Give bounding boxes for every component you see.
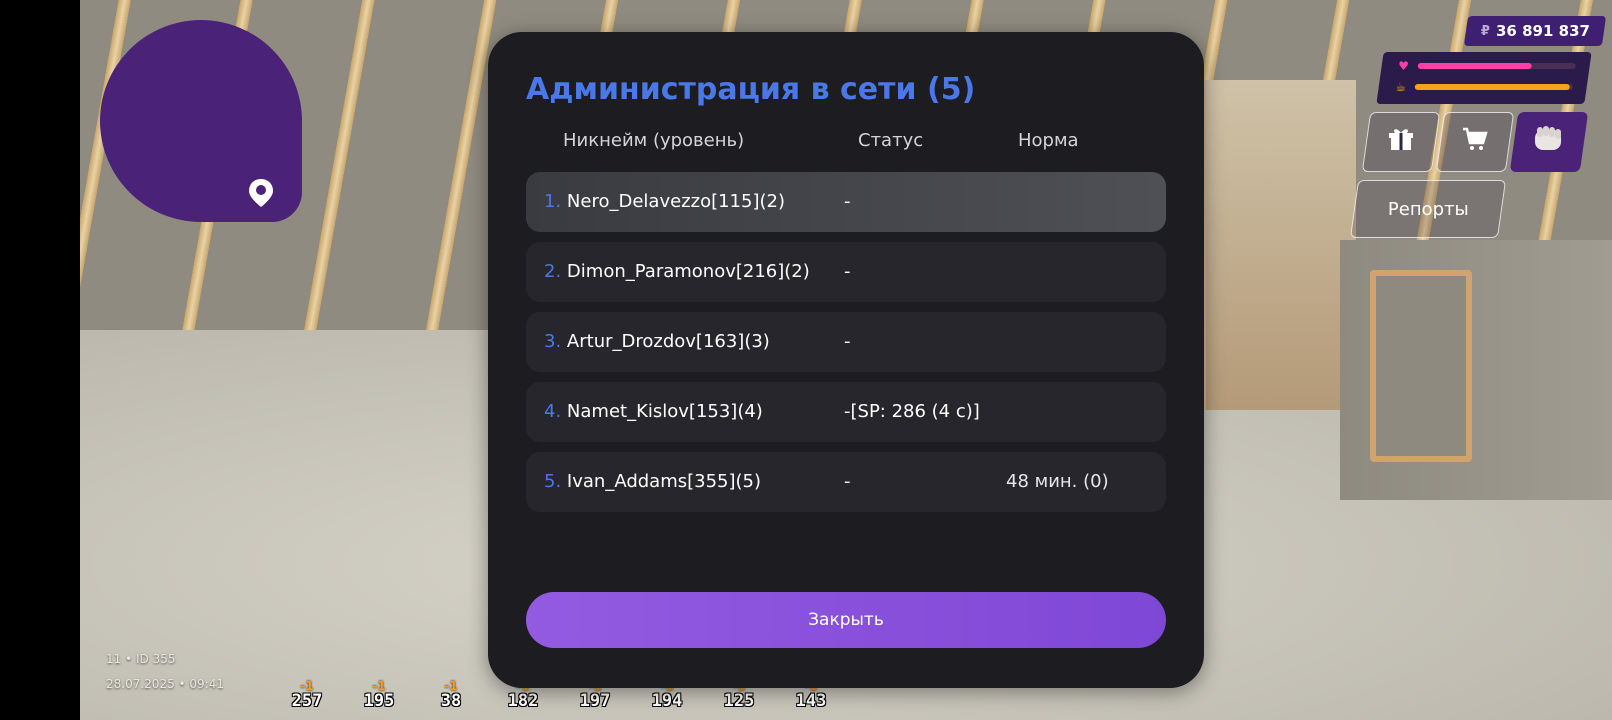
location-pin-icon — [249, 179, 273, 207]
ammo-value: 197 — [579, 691, 611, 711]
heart-icon: ♥ — [1398, 59, 1410, 73]
column-header-norm: Норма — [1018, 130, 1079, 151]
admin-row[interactable]: 5. Ivan_Addams[355](5) - 48 мин. (0) — [526, 452, 1166, 512]
admin-name: Nero_Delavezzo[115](2) — [566, 191, 785, 212]
admin-name-cell: 5. Ivan_Addams[355](5) — [544, 452, 761, 512]
ammo-counter: -1 38 — [424, 680, 478, 710]
background-door — [1370, 270, 1472, 462]
admin-name-cell: 3. Artur_Drozdov[163](3) — [544, 312, 770, 372]
cart-icon — [1462, 126, 1488, 158]
money-display: ₽ 36 891 837 — [1463, 16, 1607, 46]
admin-status: - — [844, 331, 851, 352]
health-row: ♥ — [1396, 59, 1576, 73]
ruble-icon: ₽ — [1480, 23, 1490, 39]
cup-icon: ☕ — [1395, 80, 1407, 94]
ammo-value: 257 — [291, 691, 323, 711]
ammo-counter: -1 257 — [280, 680, 334, 710]
row-number: 1. — [544, 191, 562, 212]
admin-row[interactable]: 2. Dimon_Paramonov[216](2) - — [526, 242, 1166, 302]
fist-icon — [1531, 122, 1567, 162]
ammo-value: 194 — [651, 691, 683, 711]
admin-online-dialog: Администрация в сети (5) Никнейм (уровен… — [488, 32, 1204, 688]
admin-row[interactable]: 4. Namet_Kislov[153](4) -[SP: 286 (4 с)] — [526, 382, 1166, 442]
reports-button[interactable]: Репорты — [1349, 180, 1507, 238]
admin-name: Artur_Drozdov[163](3) — [566, 331, 770, 352]
gift-button[interactable] — [1361, 112, 1441, 172]
ammo-value: 125 — [723, 691, 755, 711]
row-number: 2. — [544, 261, 562, 282]
health-bar-fill — [1417, 63, 1532, 69]
ammo-value: 143 — [795, 691, 827, 711]
admin-norm: 48 мин. (0) — [1006, 471, 1109, 492]
stats-panel: ♥ ☕ — [1376, 52, 1592, 104]
admin-row[interactable]: 3. Artur_Drozdov[163](3) - — [526, 312, 1166, 372]
admin-status: - — [844, 191, 851, 212]
admin-status: - — [844, 471, 851, 492]
shop-button[interactable] — [1435, 112, 1515, 172]
hunger-bar-fill — [1414, 84, 1570, 90]
close-button[interactable]: Закрыть — [526, 592, 1166, 648]
admin-status: -[SP: 286 (4 с)] — [844, 401, 980, 422]
server-id: 11 • ID 355 — [106, 652, 176, 666]
row-number: 5. — [544, 471, 562, 492]
dialog-title: Администрация в сети (5) — [526, 72, 976, 107]
column-header-status: Статус — [858, 130, 924, 151]
admin-name: Dimon_Paramonov[216](2) — [566, 261, 810, 282]
admin-name-cell: 1. Nero_Delavezzo[115](2) — [544, 172, 785, 232]
datetime: 28.07.2025 • 09:41 — [106, 677, 224, 691]
money-amount: 36 891 837 — [1495, 22, 1590, 40]
admin-name: Namet_Kislov[153](4) — [566, 401, 763, 422]
admin-name-cell: 4. Namet_Kislov[153](4) — [544, 382, 763, 442]
left-letterbox — [0, 0, 80, 720]
ammo-value: 182 — [507, 691, 539, 711]
admin-row[interactable]: 1. Nero_Delavezzo[115](2) - — [526, 172, 1166, 232]
admin-status: - — [844, 261, 851, 282]
background-room — [1200, 80, 1356, 410]
weapon-slot-button[interactable] — [1509, 112, 1589, 172]
health-bar — [1417, 63, 1576, 69]
ammo-value: 195 — [363, 691, 395, 711]
column-header-nickname: Никнейм (уровень) — [563, 130, 745, 151]
ammo-value: 38 — [440, 691, 462, 711]
ammo-counter: -1 195 — [352, 680, 406, 710]
hunger-row: ☕ — [1393, 80, 1573, 94]
row-number: 3. — [544, 331, 562, 352]
reports-label: Репорты — [1387, 198, 1469, 220]
row-number: 4. — [544, 401, 562, 422]
gift-icon — [1388, 126, 1414, 158]
admin-name: Ivan_Addams[355](5) — [566, 471, 762, 492]
hunger-bar — [1414, 84, 1573, 90]
admin-name-cell: 2. Dimon_Paramonov[216](2) — [544, 242, 810, 302]
